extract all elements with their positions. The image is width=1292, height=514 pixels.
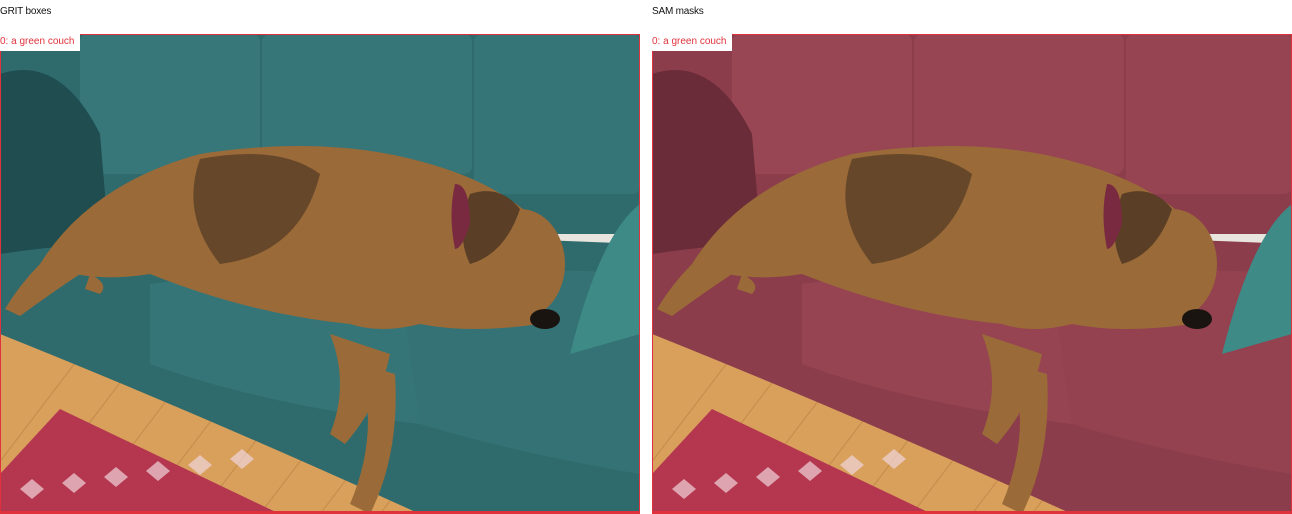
- bbox-label: 0: a green couch: [0, 34, 80, 51]
- photo-dog-on-couch: [0, 34, 640, 514]
- photo-illustration: [652, 34, 1292, 514]
- panel-grit-boxes: GRIT boxes 0: a green couch: [0, 0, 640, 514]
- panel-sam-masks: SAM masks 0: a green couch: [652, 0, 1292, 514]
- bbox-label: 0: a green couch: [652, 34, 732, 51]
- photo-illustration: [0, 34, 640, 514]
- couch-back-cushion: [1126, 34, 1292, 194]
- dog-nose: [530, 309, 560, 329]
- dog-nose: [1182, 309, 1212, 329]
- photo-dog-on-couch-masked: [652, 34, 1292, 514]
- panel-title: GRIT boxes: [0, 6, 52, 17]
- couch-back-cushion: [474, 34, 640, 194]
- panel-title: SAM masks: [652, 6, 704, 17]
